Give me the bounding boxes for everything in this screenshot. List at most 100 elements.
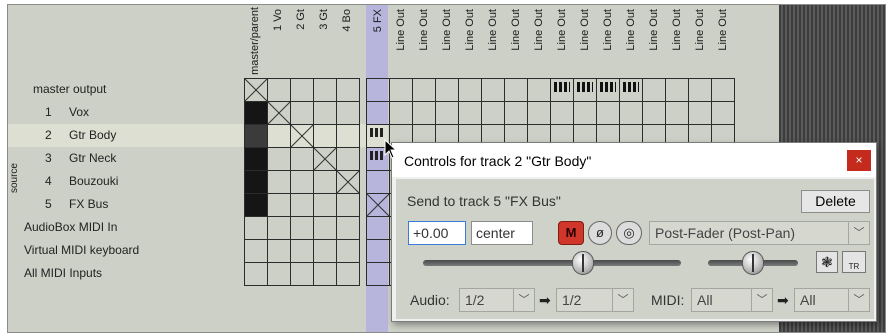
routing-cell[interactable] bbox=[244, 216, 268, 240]
routing-cell[interactable] bbox=[550, 101, 574, 125]
column-header-3[interactable]: 3 Gt bbox=[318, 9, 330, 30]
routing-cell[interactable] bbox=[619, 101, 643, 125]
routing-cell[interactable] bbox=[267, 216, 291, 240]
column-header-5[interactable]: 5 FX bbox=[372, 9, 384, 32]
routing-cell[interactable] bbox=[290, 124, 314, 148]
master-send-active-cell[interactable] bbox=[244, 147, 268, 171]
routing-cell[interactable] bbox=[711, 101, 735, 125]
routing-cell[interactable] bbox=[504, 101, 528, 125]
routing-cell[interactable] bbox=[665, 78, 689, 102]
routing-cell[interactable] bbox=[596, 101, 620, 125]
routing-cell[interactable] bbox=[336, 216, 360, 240]
routing-cell[interactable] bbox=[244, 78, 268, 102]
hardware-output-meter-cell[interactable] bbox=[596, 78, 620, 102]
routing-cell[interactable] bbox=[665, 101, 689, 125]
routing-cell[interactable] bbox=[313, 262, 337, 286]
routing-cell[interactable] bbox=[290, 193, 314, 217]
routing-cell[interactable] bbox=[366, 216, 390, 240]
master-send-active-cell[interactable] bbox=[244, 101, 268, 125]
routing-cell[interactable] bbox=[290, 262, 314, 286]
delete-button[interactable]: Delete bbox=[801, 190, 870, 213]
routing-cell[interactable] bbox=[435, 78, 459, 102]
column-header-1[interactable]: 1 Vo bbox=[272, 9, 284, 31]
row-track-2[interactable]: 2 Gtr Body bbox=[8, 124, 230, 147]
routing-cell[interactable] bbox=[267, 193, 291, 217]
column-header-line-out-3[interactable]: Line Out bbox=[441, 9, 453, 51]
routing-cell[interactable] bbox=[458, 78, 482, 102]
audio-source-channel-dropdown[interactable]: 1/2 ﹀ bbox=[459, 288, 535, 312]
column-header-line-out-2[interactable]: Line Out bbox=[418, 9, 430, 51]
row-track-1[interactable]: 1 Vox bbox=[8, 101, 230, 124]
master-send-active-cell[interactable] bbox=[244, 170, 268, 194]
routing-cell[interactable] bbox=[527, 78, 551, 102]
midi-dest-channel-dropdown[interactable]: All ﹀ bbox=[794, 288, 870, 312]
routing-cell[interactable] bbox=[290, 216, 314, 240]
row-track-4[interactable]: 4 Bouzouki bbox=[8, 170, 230, 193]
column-header-line-out-13[interactable]: Line Out bbox=[671, 9, 683, 51]
routing-cell[interactable] bbox=[267, 262, 291, 286]
hardware-output-meter-cell[interactable] bbox=[550, 78, 574, 102]
column-header-line-out-14[interactable]: Line Out bbox=[694, 9, 706, 51]
column-header-line-out-12[interactable]: Line Out bbox=[648, 9, 660, 51]
volume-slider-track[interactable] bbox=[423, 260, 681, 266]
routing-cell[interactable] bbox=[290, 170, 314, 194]
master-send-active-cell[interactable] bbox=[244, 193, 268, 217]
volume-slider-knob[interactable] bbox=[571, 251, 594, 275]
routing-cell[interactable] bbox=[336, 170, 360, 194]
row-all-midi-inputs[interactable]: All MIDI Inputs bbox=[8, 262, 230, 285]
hardware-output-meter-cell[interactable] bbox=[619, 78, 643, 102]
routing-cell[interactable] bbox=[642, 101, 666, 125]
routing-cell[interactable] bbox=[336, 262, 360, 286]
routing-cell[interactable] bbox=[313, 193, 337, 217]
routing-cell[interactable] bbox=[244, 262, 268, 286]
row-virtual-midi-keyboard[interactable]: Virtual MIDI keyboard bbox=[8, 239, 230, 262]
routing-cell[interactable] bbox=[366, 101, 390, 125]
row-audiobox-midi-in[interactable]: AudioBox MIDI In bbox=[8, 216, 230, 239]
row-master-output[interactable]: master output bbox=[8, 78, 230, 101]
column-header-line-out-6[interactable]: Line Out bbox=[510, 9, 522, 51]
routing-cell[interactable] bbox=[711, 78, 735, 102]
volume-field[interactable]: +0.00 bbox=[408, 221, 466, 245]
routing-cell[interactable] bbox=[336, 193, 360, 217]
routing-cell[interactable] bbox=[267, 78, 291, 102]
column-header-line-out-10[interactable]: Line Out bbox=[602, 9, 614, 51]
row-track-5[interactable]: 5 FX Bus bbox=[8, 193, 230, 216]
routing-cell[interactable] bbox=[366, 170, 390, 194]
routing-cell[interactable] bbox=[481, 78, 505, 102]
column-header-4[interactable]: 4 Bo bbox=[341, 9, 353, 32]
routing-cell[interactable] bbox=[290, 239, 314, 263]
routing-cell[interactable] bbox=[244, 239, 268, 263]
routing-cell[interactable] bbox=[290, 78, 314, 102]
routing-cell[interactable] bbox=[688, 78, 712, 102]
routing-cell[interactable] bbox=[389, 78, 413, 102]
column-header-line-out-8[interactable]: Line Out bbox=[556, 9, 568, 51]
midi-source-channel-dropdown[interactable]: All ﹀ bbox=[691, 288, 773, 312]
audio-dest-channel-dropdown[interactable]: 1/2 ﹀ bbox=[556, 288, 634, 312]
routing-cell[interactable] bbox=[366, 193, 390, 217]
master-send-active-cell[interactable] bbox=[244, 124, 268, 148]
routing-cell[interactable] bbox=[458, 101, 482, 125]
pan-field[interactable]: center bbox=[471, 221, 533, 245]
column-header-line-out-1[interactable]: Line Out bbox=[395, 9, 407, 51]
routing-cell[interactable] bbox=[290, 147, 314, 171]
routing-cell[interactable] bbox=[336, 101, 360, 125]
pan-slider-knob[interactable] bbox=[742, 251, 764, 275]
column-header-master[interactable]: master/parent bbox=[249, 7, 261, 75]
routing-cell[interactable] bbox=[412, 78, 436, 102]
routing-cell[interactable] bbox=[313, 147, 337, 171]
routing-cell[interactable] bbox=[412, 101, 436, 125]
routing-cell[interactable] bbox=[336, 239, 360, 263]
column-header-line-out-11[interactable]: Line Out bbox=[625, 9, 637, 51]
routing-cell[interactable] bbox=[336, 78, 360, 102]
mono-stereo-button[interactable]: ◎ bbox=[616, 221, 642, 245]
mute-button[interactable]: M bbox=[558, 221, 584, 245]
close-button[interactable]: × bbox=[847, 150, 871, 171]
dialog-titlebar[interactable]: Controls for track 2 "Gtr Body" × bbox=[392, 143, 876, 177]
routing-cell[interactable] bbox=[527, 101, 551, 125]
routing-cell[interactable] bbox=[366, 78, 390, 102]
hardware-output-meter-cell[interactable] bbox=[573, 78, 597, 102]
phase-invert-button[interactable]: ø bbox=[588, 221, 612, 245]
column-header-2[interactable]: 2 Gt bbox=[295, 9, 307, 30]
routing-cell[interactable] bbox=[267, 101, 291, 125]
routing-cell[interactable] bbox=[504, 78, 528, 102]
